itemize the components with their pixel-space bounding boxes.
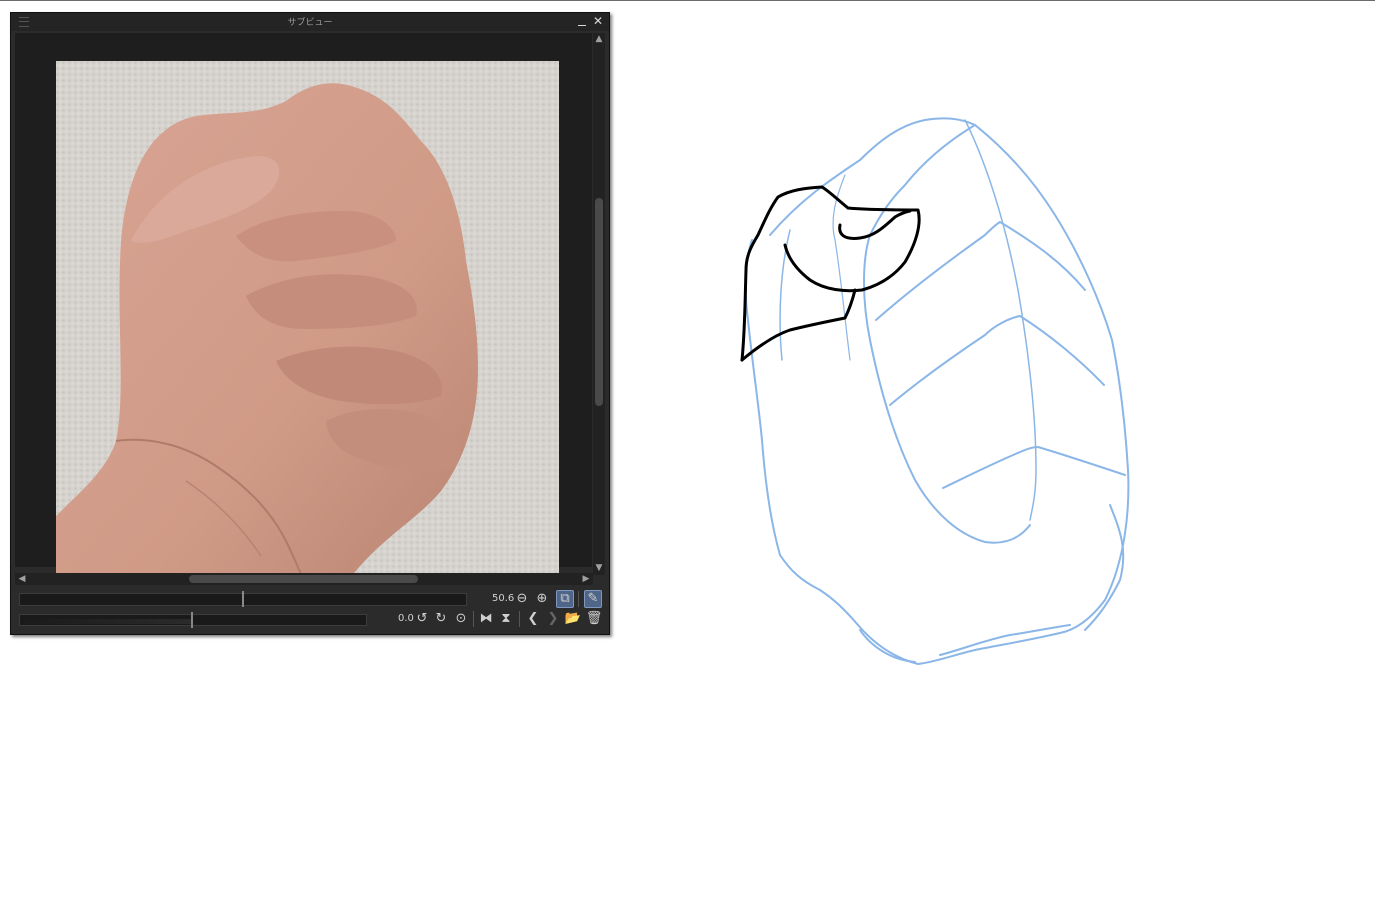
- close-button[interactable]: ✕: [591, 14, 605, 29]
- toolbar-divider: [519, 611, 520, 627]
- subview-titlebar[interactable]: サブビュー ✕: [11, 13, 609, 31]
- reference-photo-fist: [56, 61, 559, 584]
- rotation-slider[interactable]: [19, 612, 367, 628]
- rotation-slider-handle[interactable]: [191, 612, 193, 628]
- delete-image-icon[interactable]: 🗑: [585, 610, 603, 628]
- blue-sketch-layer: [744, 117, 1130, 665]
- subview-title: サブビュー: [287, 18, 333, 28]
- toolbar-divider: [473, 611, 474, 627]
- zoom-value: 50.6: [492, 593, 515, 604]
- rotate-right-icon[interactable]: ↻: [432, 610, 450, 628]
- close-icon: ✕: [592, 14, 604, 28]
- reference-view-area[interactable]: [15, 33, 592, 584]
- scroll-down-icon[interactable]: ▼: [593, 563, 605, 573]
- scroll-up-icon[interactable]: ▲: [593, 34, 605, 44]
- zoom-out-icon[interactable]: ⊖: [513, 590, 531, 608]
- eyedropper-icon[interactable]: ✎: [584, 590, 602, 608]
- scroll-right-icon[interactable]: ▶: [580, 574, 592, 584]
- fit-to-window-icon[interactable]: ⧉: [556, 590, 574, 608]
- next-image-icon[interactable]: ❯: [544, 610, 562, 628]
- import-image-icon[interactable]: 📂: [564, 610, 582, 628]
- zoom-slider[interactable]: [19, 591, 467, 607]
- subview-panel: サブビュー ✕ ▲ ▼ ◀ ▶ 50.6 ⊖ ⊕ ⧉ ✎ 0.0 ↺ ↻ ⊙ ⧓…: [10, 12, 610, 635]
- zoom-slider-handle[interactable]: [242, 591, 244, 607]
- vertical-scrollbar[interactable]: ▲ ▼: [593, 33, 605, 575]
- rotation-value: 0.0: [398, 613, 414, 624]
- flip-horizontal-icon[interactable]: ⧓: [477, 610, 495, 628]
- black-ink-layer: [740, 185, 921, 362]
- horizontal-scroll-thumb[interactable]: [189, 575, 418, 583]
- horizontal-scrollbar[interactable]: ◀ ▶: [15, 573, 593, 585]
- scroll-left-icon[interactable]: ◀: [16, 574, 28, 584]
- toolbar-divider: [578, 591, 579, 607]
- minimize-button[interactable]: [575, 14, 589, 29]
- reset-rotation-icon[interactable]: ⊙: [452, 610, 470, 628]
- flip-vertical-icon[interactable]: ⧗: [497, 610, 515, 628]
- vertical-scroll-thumb[interactable]: [595, 198, 603, 406]
- rotate-left-icon[interactable]: ↺: [413, 610, 431, 628]
- previous-image-icon[interactable]: ❮: [524, 610, 542, 628]
- zoom-in-icon[interactable]: ⊕: [533, 590, 551, 608]
